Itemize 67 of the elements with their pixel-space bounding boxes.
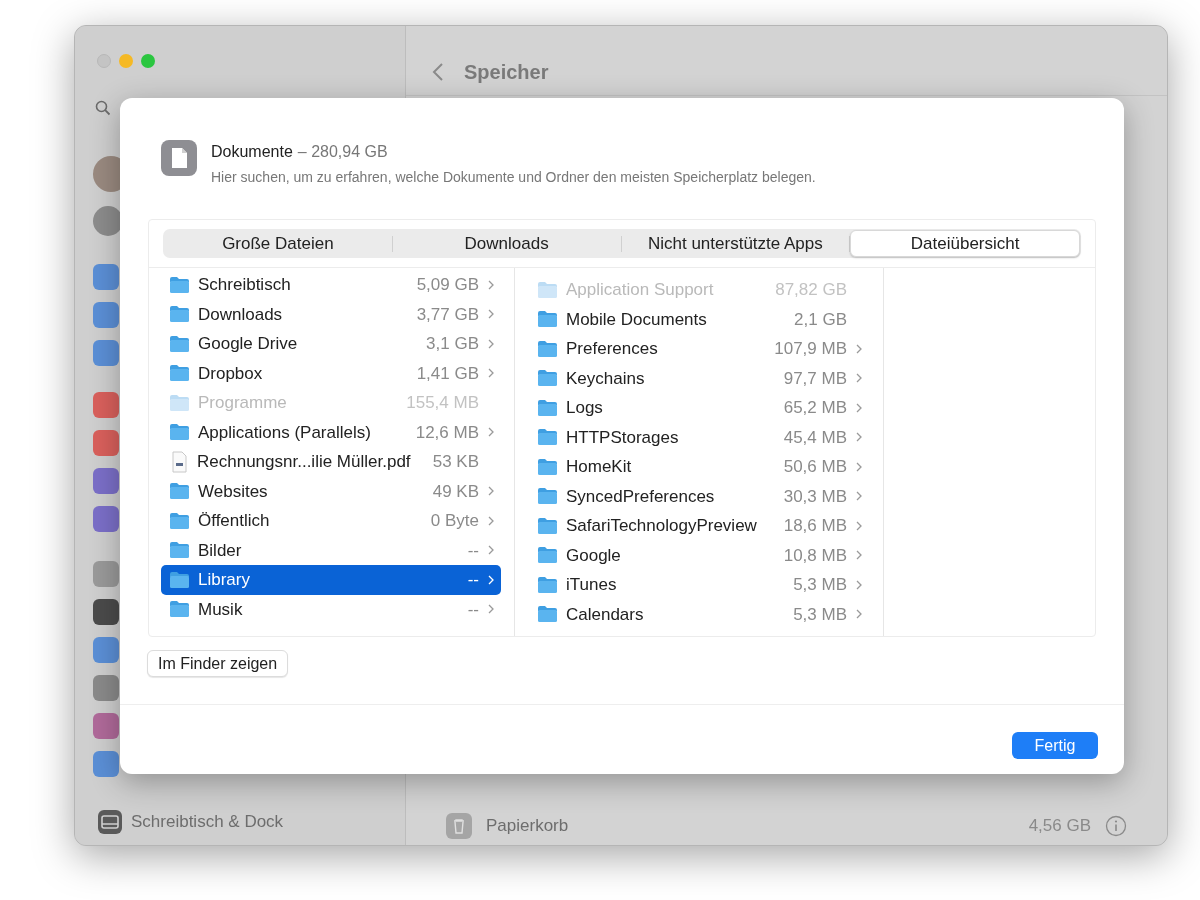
list-row[interactable]: Google 10,8 MB [529, 540, 869, 570]
tab[interactable]: Dateiübersicht [850, 230, 1080, 257]
back-icon[interactable] [432, 61, 444, 82]
tab[interactable]: Große Dateien [164, 230, 392, 257]
folder-icon [169, 275, 190, 294]
folder-icon [537, 369, 558, 388]
list-row[interactable]: HTTPStorages 45,4 MB [529, 422, 869, 452]
info-icon[interactable] [1105, 815, 1127, 837]
document-icon [161, 140, 197, 176]
minimize-button[interactable] [119, 54, 133, 68]
folder-icon [537, 605, 558, 624]
folder-icon [169, 423, 190, 442]
list-row[interactable]: Dropbox 1,41 GB [161, 358, 501, 388]
folder-icon [537, 310, 558, 329]
folder-icon [169, 334, 190, 353]
tab[interactable]: Downloads [392, 230, 621, 257]
folder-icon [169, 393, 190, 412]
window-title: Speicher [464, 59, 549, 85]
list-row[interactable]: Bilder -- [161, 535, 501, 565]
folder-icon [169, 570, 190, 589]
pdf-file-icon [169, 450, 189, 473]
folder-icon [537, 339, 558, 358]
folder-icon [169, 364, 190, 383]
storage-item-label: Papierkorb [486, 815, 570, 838]
list-row[interactable]: Rechnungsnr...ilie Müller.pdf 53 KB [161, 447, 501, 477]
list-row[interactable]: Preferences 107,9 MB [529, 334, 869, 364]
list-row[interactable]: Keychains 97,7 MB [529, 363, 869, 393]
list-row[interactable]: Logs 65,2 MB [529, 393, 869, 423]
done-button[interactable]: Fertig [1012, 732, 1098, 759]
folder-icon [537, 457, 558, 476]
folder-icon [537, 516, 558, 535]
list-row[interactable]: Downloads 3,77 GB [161, 299, 501, 329]
list-row[interactable]: Öffentlich 0 Byte [161, 506, 501, 536]
list-row[interactable]: Musik -- [161, 594, 501, 624]
list-row[interactable]: Mobile Documents 2,1 GB [529, 304, 869, 334]
dialog-subtitle: Hier suchen, um zu erfahren, welche Dokumente und Ordner den meisten Speicherplatz belegen. [211, 168, 816, 187]
folder-icon [537, 398, 558, 417]
folder-icon [537, 546, 558, 565]
storage-size: 4,56 GB [1028, 815, 1091, 838]
zoom-button[interactable] [141, 54, 155, 68]
list-row[interactable]: Google Drive 3,1 GB [161, 329, 501, 359]
list-row[interactable]: Library -- [161, 565, 501, 595]
list-row[interactable]: Schreibtisch 5,09 GB [161, 270, 501, 300]
folder-icon [169, 511, 190, 530]
list-row[interactable]: Websites 49 KB [161, 476, 501, 506]
folder-icon [537, 575, 558, 594]
search-icon [95, 100, 111, 116]
dialog-title: Dokumente [211, 142, 293, 162]
list-row[interactable]: Calendars 5,3 MB [529, 599, 869, 629]
folder-icon [169, 482, 190, 501]
trash-icon [446, 813, 472, 839]
tab[interactable]: Nicht unterstützte Apps [621, 230, 850, 257]
dock-icon [97, 809, 123, 835]
list-row[interactable]: Applications (Parallels) 12,6 MB [161, 417, 501, 447]
avatar-icon [93, 206, 123, 236]
folder-icon [537, 428, 558, 447]
list-row[interactable]: HomeKit 50,6 MB [529, 452, 869, 482]
folder-icon [537, 487, 558, 506]
folder-icon [169, 600, 190, 619]
list-row[interactable]: iTunes 5,3 MB [529, 570, 869, 600]
folder-icon [537, 280, 558, 299]
list-row[interactable]: SafariTechnologyPreview 18,6 MB [529, 511, 869, 541]
show-in-finder-button[interactable]: Im Finder zeigen [147, 650, 289, 677]
list-row[interactable]: SyncedPreferences 30,3 MB [529, 481, 869, 511]
total-size: – 280,94 GB [297, 142, 388, 162]
folder-icon [169, 541, 190, 560]
folder-icon [169, 305, 190, 324]
